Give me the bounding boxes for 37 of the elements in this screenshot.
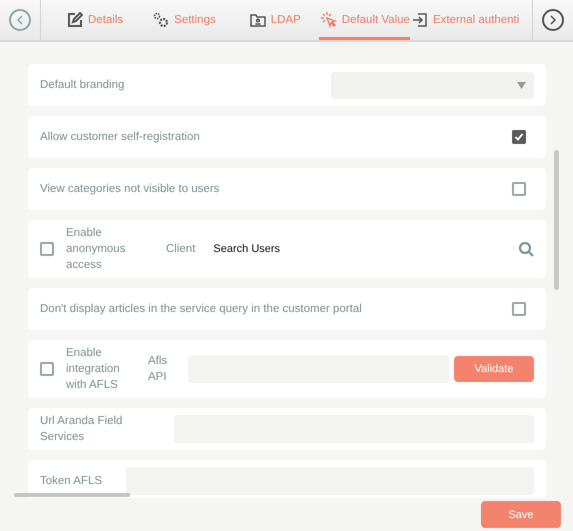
- field-label: Default branding: [40, 78, 126, 93]
- validate-button[interactable]: Validate: [454, 356, 534, 382]
- chevron-right-icon: [549, 15, 557, 25]
- checkbox[interactable]: [40, 362, 54, 376]
- text-field[interactable]: [126, 467, 534, 495]
- tab[interactable]: Settings: [151, 0, 216, 40]
- lookup-value[interactable]: Search Users: [213, 243, 518, 255]
- sign-in-icon: [412, 12, 428, 28]
- chevron-left-icon: [16, 15, 24, 25]
- click-cursor-icon: [320, 12, 337, 28]
- next-button[interactable]: [542, 9, 564, 31]
- tab[interactable]: Details: [65, 0, 124, 40]
- field-label: Enable anonymous access: [66, 226, 126, 273]
- checkbox[interactable]: [512, 302, 526, 316]
- gears-icon: [153, 12, 170, 28]
- tab[interactable]: Default Value: [318, 0, 410, 40]
- checkbox[interactable]: [40, 242, 54, 256]
- scrollbar-thumb[interactable]: [14, 493, 130, 497]
- field-label: Client: [166, 242, 196, 257]
- search-icon[interactable]: [518, 241, 534, 257]
- save-button[interactable]: Save: [481, 501, 561, 528]
- dropdown-arrow-icon: [517, 82, 526, 88]
- field-label: Enable integration with AFLS: [66, 346, 121, 393]
- field-label: Don't display articles in the service query in the customer portal: [40, 302, 363, 317]
- checkbox[interactable]: [512, 130, 526, 144]
- field-label: Token AFLS: [40, 474, 102, 489]
- previous-button[interactable]: [9, 9, 31, 31]
- field-label: Allow customer self-registration: [40, 130, 201, 145]
- edit-icon: [67, 12, 83, 28]
- tab[interactable]: External authenti: [410, 0, 520, 40]
- folder-person-icon: [250, 12, 266, 28]
- tab[interactable]: LDAP: [248, 0, 301, 40]
- checkbox[interactable]: [512, 182, 526, 196]
- field-label: Url Aranda Field Services: [40, 414, 124, 445]
- field-label: Afls API: [148, 354, 168, 385]
- scrollbar-thumb[interactable]: [554, 150, 559, 290]
- field-label: View categories not visible to users: [40, 182, 220, 197]
